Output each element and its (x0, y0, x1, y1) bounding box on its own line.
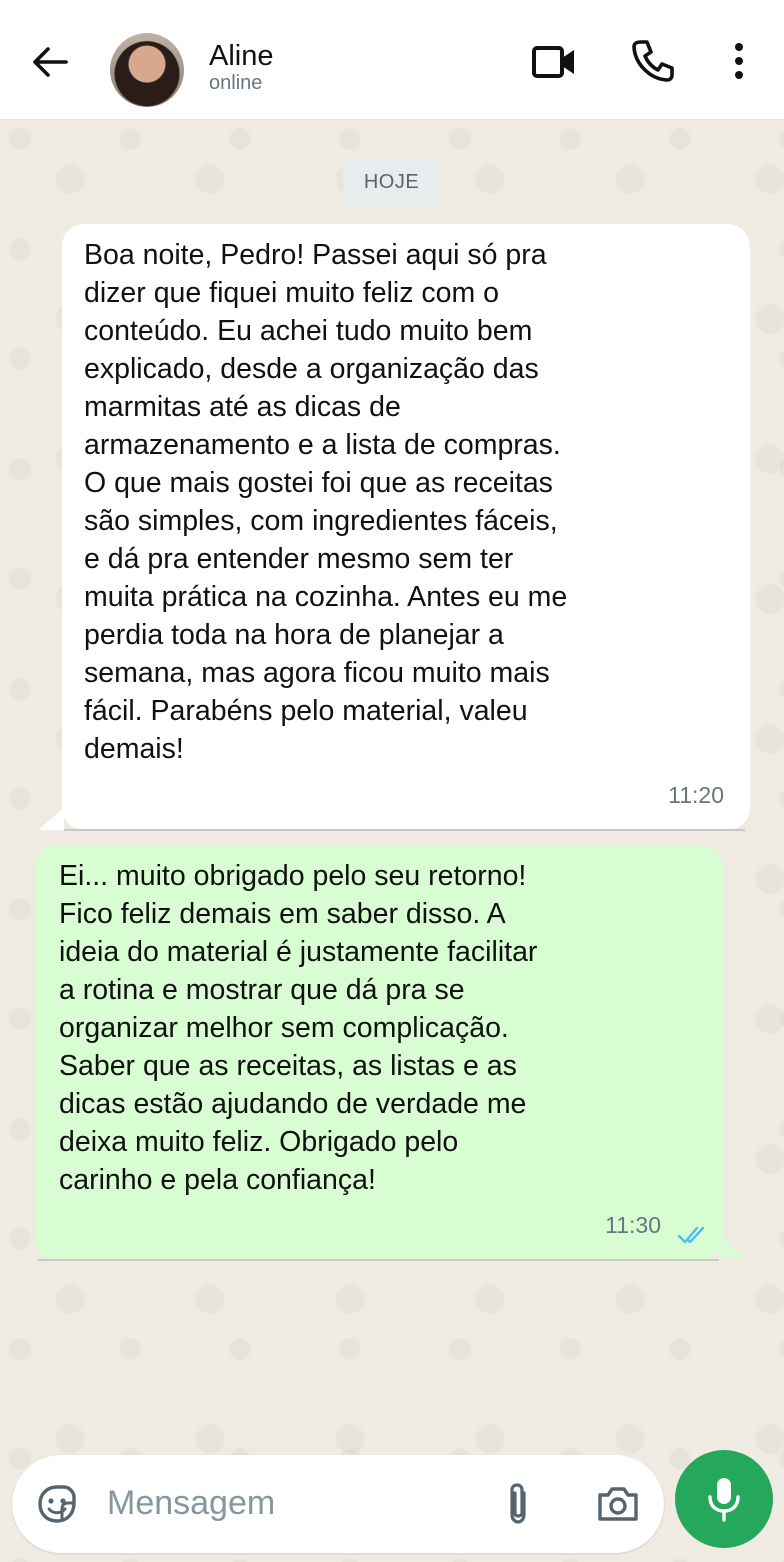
contact-status: online (209, 72, 263, 94)
camera-icon[interactable] (594, 1481, 642, 1527)
phone-call-icon[interactable] (630, 38, 676, 84)
video-call-icon[interactable] (530, 38, 578, 86)
message-text: Ei... muito obrigado pelo seu retorno! F… (59, 860, 538, 1196)
incoming-message-bubble[interactable]: Boa noite, Pedro! Passei aqui só pra diz… (62, 224, 750, 830)
mic-icon (708, 1478, 740, 1522)
divider (38, 1259, 719, 1261)
message-text: Boa noite, Pedro! Passei aqui só pra diz… (84, 239, 568, 765)
sticker-icon[interactable] (34, 1481, 80, 1527)
back-arrow-icon[interactable] (28, 40, 72, 84)
more-vertical-icon[interactable] (724, 38, 754, 86)
divider (64, 829, 745, 831)
message-composer[interactable]: Mensagem (12, 1455, 664, 1553)
date-chip: HOJE (343, 159, 440, 205)
message-input[interactable]: Mensagem (107, 1484, 275, 1523)
voice-message-button[interactable] (675, 1450, 773, 1548)
chat-header: Aline online (0, 0, 784, 120)
message-time: 11:20 (668, 782, 724, 808)
contact-avatar[interactable] (110, 33, 184, 107)
double-check-icon (677, 1226, 705, 1244)
outgoing-bubble-tail (720, 1236, 746, 1258)
incoming-bubble-tail (38, 808, 64, 830)
message-time: 11:30 (605, 1212, 661, 1238)
contact-name[interactable]: Aline (209, 40, 274, 73)
outgoing-message-bubble[interactable]: Ei... muito obrigado pelo seu retorno! F… (35, 845, 723, 1260)
attach-icon[interactable] (500, 1479, 536, 1529)
